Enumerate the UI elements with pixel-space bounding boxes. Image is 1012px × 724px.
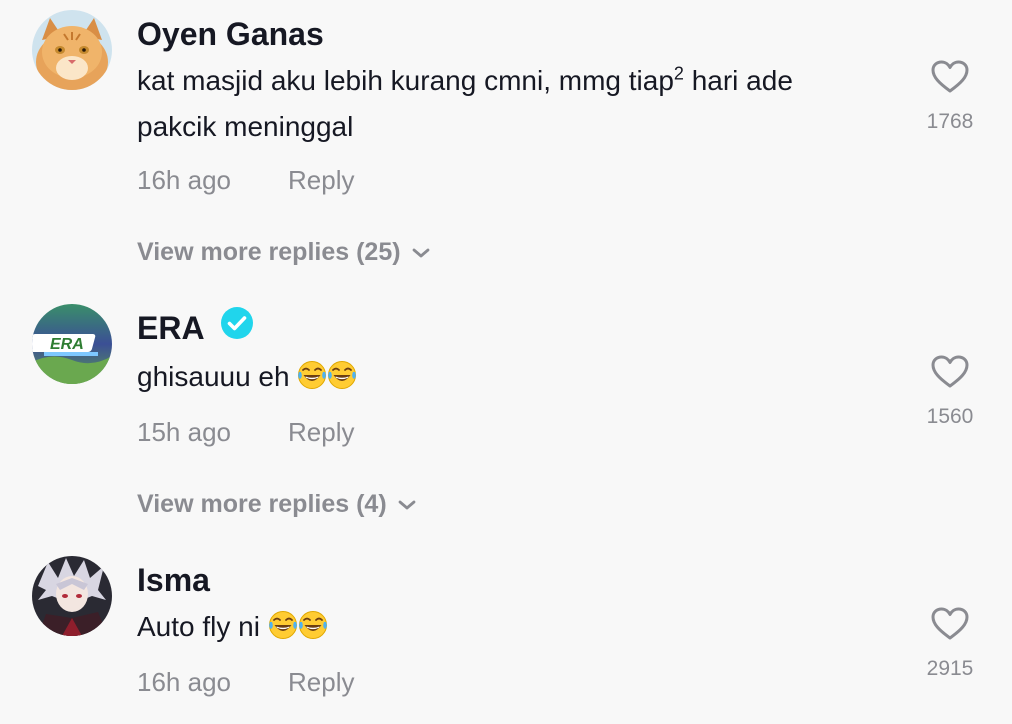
comment-text-tail: hari ade [683, 65, 793, 96]
chevron-down-icon [411, 247, 431, 259]
comment-time: 16h ago [137, 165, 231, 195]
comment-time: 16h ago [137, 667, 231, 697]
era-logo-avatar-icon: ERA [32, 304, 112, 384]
like-count: 1768 [926, 110, 974, 133]
verified-badge-icon [221, 307, 253, 339]
like-control: 1768 [920, 60, 980, 134]
like-control: 1560 [920, 355, 980, 429]
tears-of-joy-emoji-icon [327, 360, 357, 390]
comment-text-superscript: 2 [673, 63, 684, 84]
view-more-replies-label: View more replies (4) [137, 490, 387, 518]
tears-of-joy-emoji-icon [298, 610, 328, 640]
avatar[interactable] [32, 556, 112, 636]
svg-text:ERA: ERA [50, 336, 84, 353]
comment-text-main: kat masjid aku lebih kurang cmni, mmg ti… [137, 65, 674, 96]
orange-cat-avatar-icon [32, 10, 112, 90]
comment-text-line2: pakcik meninggal [137, 111, 354, 142]
tears-of-joy-emoji-icon [268, 610, 298, 640]
reply-button[interactable]: Reply [288, 165, 354, 195]
avatar[interactable] [32, 10, 112, 90]
reply-button[interactable]: Reply [288, 417, 354, 447]
like-control: 2915 [920, 607, 980, 681]
comment-text-main: ghisauuu eh [137, 361, 290, 392]
comment-text: Auto fly ni [137, 604, 897, 650]
comment-username[interactable]: ERA [137, 310, 205, 346]
chevron-down-icon [397, 499, 417, 511]
anime-character-avatar-icon [32, 556, 112, 636]
comment-text-main: Auto fly ni [137, 611, 260, 642]
comment-username[interactable]: Oyen Ganas [137, 16, 324, 52]
heart-icon[interactable] [931, 60, 969, 94]
view-more-replies-button[interactable]: View more replies (25) [137, 237, 431, 267]
avatar[interactable]: ERA [32, 304, 112, 384]
comment-time: 15h ago [137, 417, 231, 447]
comment-text: kat masjid aku lebih kurang cmni, mmg ti… [137, 58, 897, 150]
reply-button[interactable]: Reply [288, 667, 354, 697]
like-count: 2915 [926, 657, 974, 680]
heart-icon[interactable] [931, 355, 969, 389]
comment-username[interactable]: Isma [137, 562, 210, 598]
heart-icon[interactable] [931, 607, 969, 641]
tears-of-joy-emoji-icon [297, 360, 327, 390]
view-more-replies-label: View more replies (25) [137, 238, 401, 266]
like-count: 1560 [926, 405, 974, 428]
view-more-replies-button[interactable]: View more replies (4) [137, 489, 417, 519]
comment-text: ghisauuu eh [137, 354, 897, 400]
